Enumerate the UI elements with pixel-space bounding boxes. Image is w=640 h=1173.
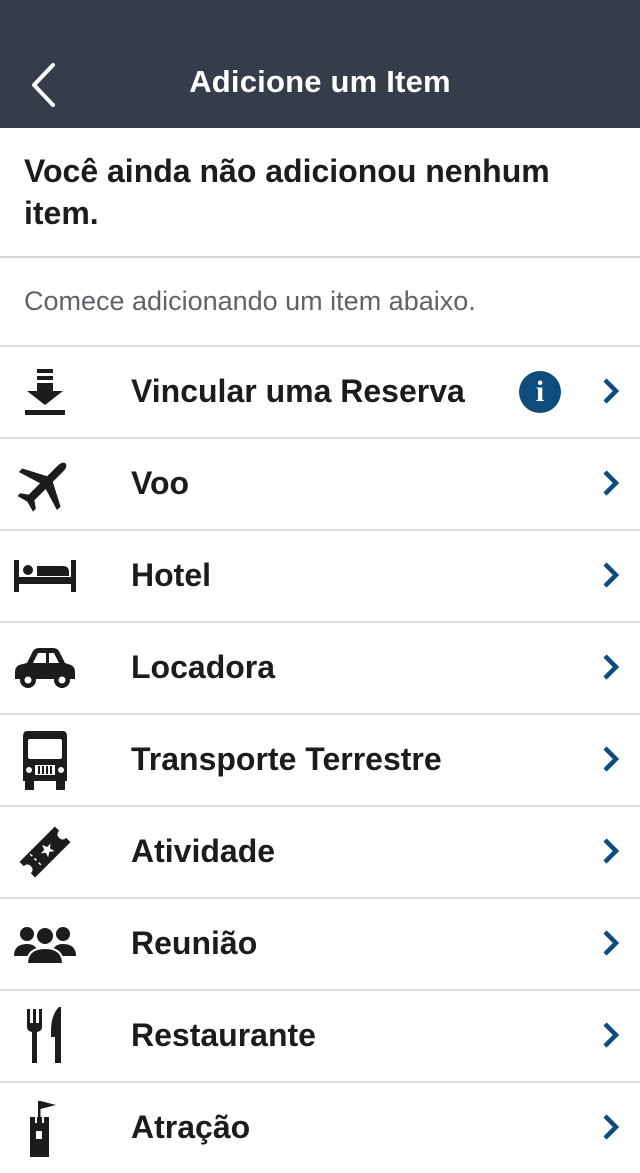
chevron-right-icon bbox=[598, 927, 624, 959]
download-icon bbox=[12, 359, 78, 425]
list-item-flight[interactable]: Voo bbox=[0, 437, 640, 529]
list-item-restaurant[interactable]: Restaurante bbox=[0, 989, 640, 1081]
list-item-label: Atividade bbox=[131, 833, 276, 869]
ticket-icon bbox=[12, 819, 78, 885]
list-item-link-reservation[interactable]: Vincular uma Reserva i bbox=[0, 345, 640, 437]
list-item-label: Reunião bbox=[131, 925, 258, 961]
bed-icon bbox=[12, 543, 78, 609]
list-item-label: Restaurante bbox=[131, 1017, 316, 1053]
airplane-icon bbox=[12, 451, 78, 517]
list-item-label: Transporte Terrestre bbox=[131, 741, 442, 777]
divider bbox=[0, 256, 640, 258]
list-item-attraction[interactable]: Atração bbox=[0, 1081, 640, 1173]
bus-icon bbox=[12, 727, 78, 793]
fork-knife-icon bbox=[12, 1003, 78, 1069]
chevron-right-icon bbox=[598, 651, 624, 683]
list-item-meeting[interactable]: Reunião bbox=[0, 897, 640, 989]
top-bar: Adicione um Item bbox=[0, 0, 640, 128]
info-icon[interactable]: i bbox=[519, 371, 561, 413]
list-item-label: Hotel bbox=[131, 557, 211, 593]
car-icon bbox=[12, 635, 78, 701]
castle-icon bbox=[12, 1095, 78, 1161]
list-item-label: Vincular uma Reserva bbox=[131, 373, 465, 409]
chevron-right-icon bbox=[598, 743, 624, 775]
list-item-label: Atração bbox=[131, 1109, 251, 1145]
empty-state-title: Você ainda não adicionou nenhum item. bbox=[24, 153, 550, 231]
list-item-ground-transport[interactable]: Transporte Terrestre bbox=[0, 713, 640, 805]
list-item-label: Voo bbox=[131, 465, 190, 501]
item-type-list: Vincular uma Reserva i Voo Hotel Locador… bbox=[0, 345, 640, 1173]
chevron-right-icon bbox=[598, 467, 624, 499]
chevron-right-icon bbox=[598, 559, 624, 591]
page-title: Adicione um Item bbox=[189, 64, 451, 99]
people-icon bbox=[12, 911, 78, 977]
chevron-right-icon bbox=[598, 1019, 624, 1051]
empty-state-hint: Comece adicionando um item abaixo. bbox=[24, 286, 476, 316]
chevron-right-icon bbox=[598, 1111, 624, 1143]
chevron-right-icon bbox=[598, 375, 624, 407]
chevron-right-icon bbox=[598, 835, 624, 867]
list-item-label: Locadora bbox=[131, 649, 276, 685]
list-item-car-rental[interactable]: Locadora bbox=[0, 621, 640, 713]
list-item-hotel[interactable]: Hotel bbox=[0, 529, 640, 621]
list-item-activity[interactable]: Atividade bbox=[0, 805, 640, 897]
